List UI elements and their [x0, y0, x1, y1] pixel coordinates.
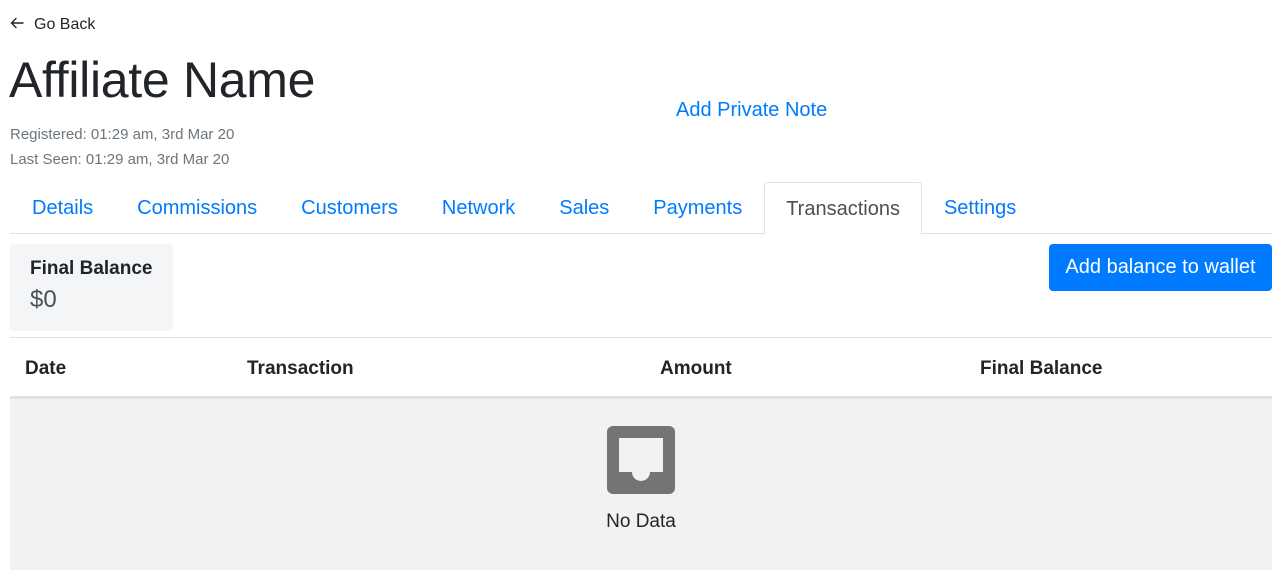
tab-sales[interactable]: Sales	[537, 182, 631, 234]
empty-state: No Data	[10, 399, 1272, 570]
final-balance-card: Final Balance $0	[10, 244, 173, 331]
tab-transactions[interactable]: Transactions	[764, 182, 922, 235]
tab-settings[interactable]: Settings	[922, 182, 1038, 234]
tab-bar: Details Commissions Customers Network Sa…	[10, 182, 1272, 235]
inbox-icon	[607, 426, 675, 494]
tab-payments[interactable]: Payments	[631, 182, 764, 234]
go-back-link[interactable]: Go Back	[10, 16, 95, 34]
column-header-transaction[interactable]: Transaction	[247, 358, 354, 380]
last-seen-date: Last Seen: 01:29 am, 3rd Mar 20	[10, 151, 230, 168]
column-header-final-balance[interactable]: Final Balance	[980, 358, 1103, 380]
page-title: Affiliate Name	[9, 52, 316, 108]
tab-commissions[interactable]: Commissions	[115, 182, 279, 234]
tab-network[interactable]: Network	[420, 182, 537, 234]
tab-details[interactable]: Details	[10, 182, 115, 234]
add-balance-button[interactable]: Add balance to wallet	[1049, 244, 1272, 291]
transactions-table-header: Date Transaction Amount Final Balance	[10, 338, 1272, 399]
tab-customers[interactable]: Customers	[279, 182, 420, 234]
final-balance-value: $0	[30, 286, 57, 313]
add-private-note-link[interactable]: Add Private Note	[676, 99, 827, 122]
go-back-label: Go Back	[34, 16, 96, 33]
registered-date: Registered: 01:29 am, 3rd Mar 20	[10, 126, 235, 143]
column-header-date[interactable]: Date	[25, 358, 66, 380]
column-header-amount[interactable]: Amount	[660, 358, 732, 380]
empty-state-text: No Data	[606, 511, 676, 532]
final-balance-label: Final Balance	[30, 258, 153, 279]
arrow-left-icon	[10, 17, 26, 33]
